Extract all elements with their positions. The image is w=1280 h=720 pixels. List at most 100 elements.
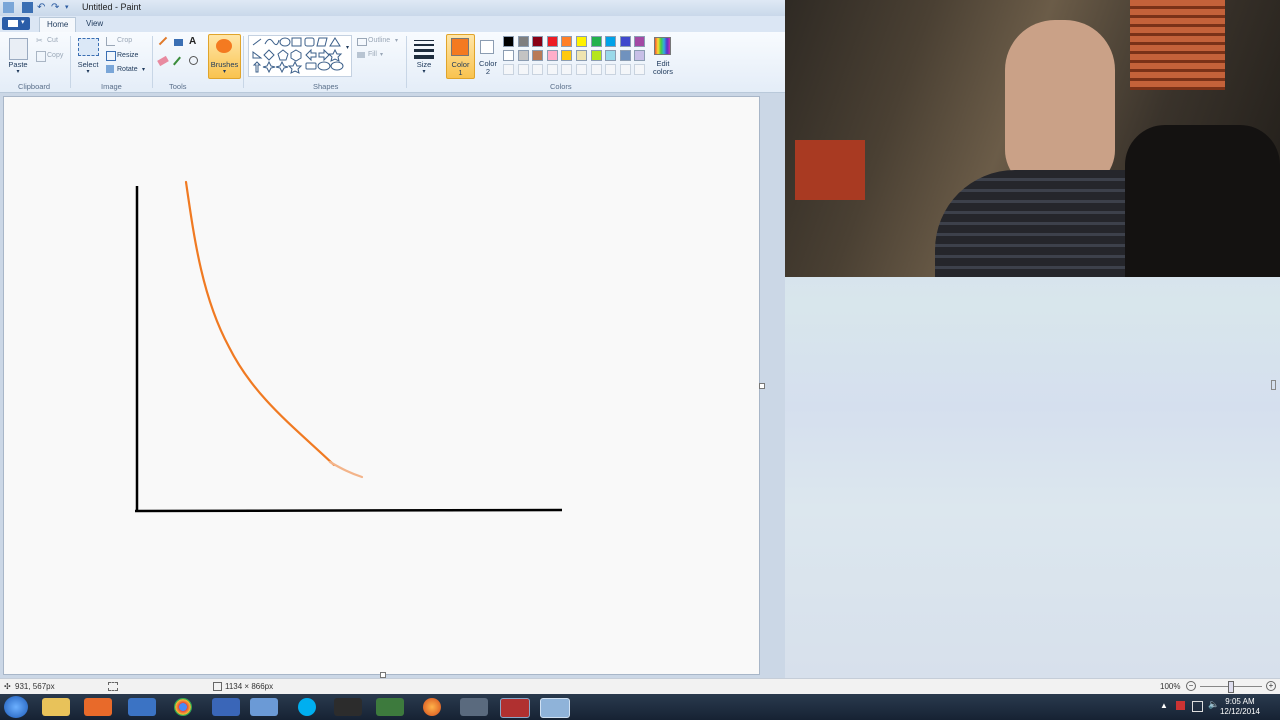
palette-swatch[interactable] — [561, 36, 573, 47]
customize-dropdown-icon[interactable]: ▾ — [65, 2, 76, 13]
zoom-slider-thumb[interactable] — [1228, 681, 1234, 693]
palette-swatch[interactable] — [576, 50, 587, 61]
file-menu-button[interactable]: ▾ — [2, 17, 30, 30]
cut-button[interactable]: Cut — [47, 37, 58, 44]
fill-button[interactable]: Fill — [368, 51, 377, 58]
person-head-image — [1005, 20, 1115, 190]
palette-swatch[interactable] — [517, 50, 529, 61]
copy-button[interactable]: Copy — [47, 52, 63, 59]
chrome-icon[interactable] — [174, 698, 192, 716]
explorer-icon[interactable] — [42, 698, 70, 716]
status-bar: ✣ 931, 567px 1134 × 866px 100% − + — [0, 678, 1280, 695]
rotate-button[interactable]: Rotate — [117, 66, 138, 73]
empty-palette-swatch[interactable] — [517, 64, 529, 75]
empty-palette-swatch[interactable] — [590, 64, 602, 75]
palette-swatch[interactable] — [590, 36, 602, 47]
palette-swatch[interactable] — [634, 36, 646, 47]
paint-taskbar-icon[interactable] — [540, 698, 570, 718]
palette-swatch[interactable] — [503, 36, 514, 47]
ribbon-tab-row: ▾ Home View — [0, 16, 785, 33]
chevron-down-icon: ▾ — [142, 67, 146, 73]
redo-icon[interactable]: ↷ — [51, 2, 62, 13]
palette-swatch[interactable] — [605, 36, 617, 47]
chevron-down-icon: ▾ — [16, 69, 20, 75]
chevron-down-icon: ▾ — [422, 69, 426, 75]
empty-palette-swatch[interactable] — [634, 64, 646, 75]
magnifier-icon[interactable] — [189, 56, 198, 65]
save-icon[interactable] — [22, 2, 33, 13]
palette-swatch[interactable] — [546, 50, 558, 61]
zoom-out-button[interactable]: − — [1186, 681, 1196, 691]
app-icon[interactable] — [334, 698, 362, 716]
edit-colors-button[interactable]: Edit colors — [650, 34, 676, 77]
fill-bucket-icon[interactable] — [174, 39, 183, 46]
drawn-x-axis — [134, 508, 563, 513]
python-shell-icon[interactable] — [250, 698, 278, 716]
terminal-icon[interactable] — [376, 698, 404, 716]
empty-palette-swatch[interactable] — [576, 64, 587, 75]
paint-app-icon[interactable] — [3, 2, 14, 13]
palette-swatch[interactable] — [619, 36, 631, 47]
pencil-icon[interactable] — [158, 36, 168, 46]
color-picker-icon[interactable] — [173, 56, 181, 66]
palette-swatch[interactable] — [634, 50, 646, 61]
python-icon[interactable] — [128, 698, 156, 716]
canvas-resize-handle-right[interactable] — [759, 383, 765, 389]
selection-size-icon — [108, 682, 118, 691]
fill-icon — [357, 52, 365, 58]
color2-button[interactable]: Color 2 — [476, 34, 500, 77]
tray-network-icon[interactable] — [1192, 701, 1203, 712]
palette-swatch[interactable] — [561, 50, 573, 61]
clipboard-group-label: Clipboard — [18, 82, 51, 91]
empty-palette-swatch[interactable] — [561, 64, 573, 75]
tray-expand-icon[interactable]: ▲ — [1160, 701, 1168, 710]
shapes-gallery[interactable] — [248, 35, 352, 77]
copy-icon — [36, 51, 46, 62]
palette-swatch[interactable] — [532, 36, 544, 47]
palette-swatch[interactable] — [590, 50, 602, 61]
brush-icon — [216, 39, 232, 53]
color2-number: 2 — [485, 67, 491, 76]
undo-icon[interactable]: ↶ — [37, 2, 48, 13]
start-button[interactable] — [4, 696, 28, 718]
scroll-indicator[interactable] — [1271, 380, 1276, 390]
crop-button[interactable]: Crop — [117, 37, 132, 44]
empty-palette-swatch[interactable] — [503, 64, 514, 75]
palette-swatch[interactable] — [517, 36, 529, 47]
game-icon[interactable] — [500, 698, 530, 718]
palette-swatch[interactable] — [532, 50, 544, 61]
empty-palette-swatch[interactable] — [619, 64, 631, 75]
search-app-icon[interactable] — [460, 698, 488, 716]
tray-flag-icon[interactable] — [1176, 701, 1185, 710]
edit-colors-label-2: colors — [652, 67, 673, 76]
palette-swatch[interactable] — [503, 50, 514, 61]
skype-icon[interactable] — [298, 698, 316, 716]
media-player-icon[interactable] — [84, 698, 112, 716]
palette-swatch[interactable] — [576, 36, 587, 47]
text-icon[interactable]: A — [189, 36, 196, 47]
outline-button[interactable]: Outline — [368, 37, 390, 44]
empty-palette-swatch[interactable] — [546, 64, 558, 75]
tab-view[interactable]: View — [79, 17, 110, 32]
color1-button[interactable]: Color 1 — [446, 34, 475, 79]
brushes-button[interactable]: Brushes ▾ — [208, 34, 241, 79]
palette-swatch[interactable] — [546, 36, 558, 47]
window-blinds-image — [1130, 0, 1225, 90]
resize-button[interactable]: Resize — [117, 52, 138, 59]
tray-clock[interactable]: 9:05 AM 12/12/2014 — [1220, 697, 1260, 717]
zoom-in-button[interactable]: + — [1266, 681, 1276, 691]
size-icon — [412, 37, 436, 59]
shapes-icons — [252, 37, 344, 74]
notepad-plus-icon[interactable] — [212, 698, 240, 716]
shapes-group-label: Shapes — [313, 82, 339, 91]
firefox-icon[interactable] — [423, 698, 441, 716]
empty-palette-swatch[interactable] — [605, 64, 617, 75]
tray-volume-icon[interactable]: 🔈 — [1208, 699, 1219, 710]
eraser-icon[interactable] — [157, 55, 169, 67]
drawing-canvas[interactable] — [3, 96, 765, 678]
palette-swatch[interactable] — [619, 50, 631, 61]
empty-palette-swatch[interactable] — [532, 64, 544, 75]
tab-home[interactable]: Home — [39, 17, 77, 33]
scissors-icon: ✂ — [36, 36, 43, 45]
palette-swatch[interactable] — [605, 50, 617, 61]
